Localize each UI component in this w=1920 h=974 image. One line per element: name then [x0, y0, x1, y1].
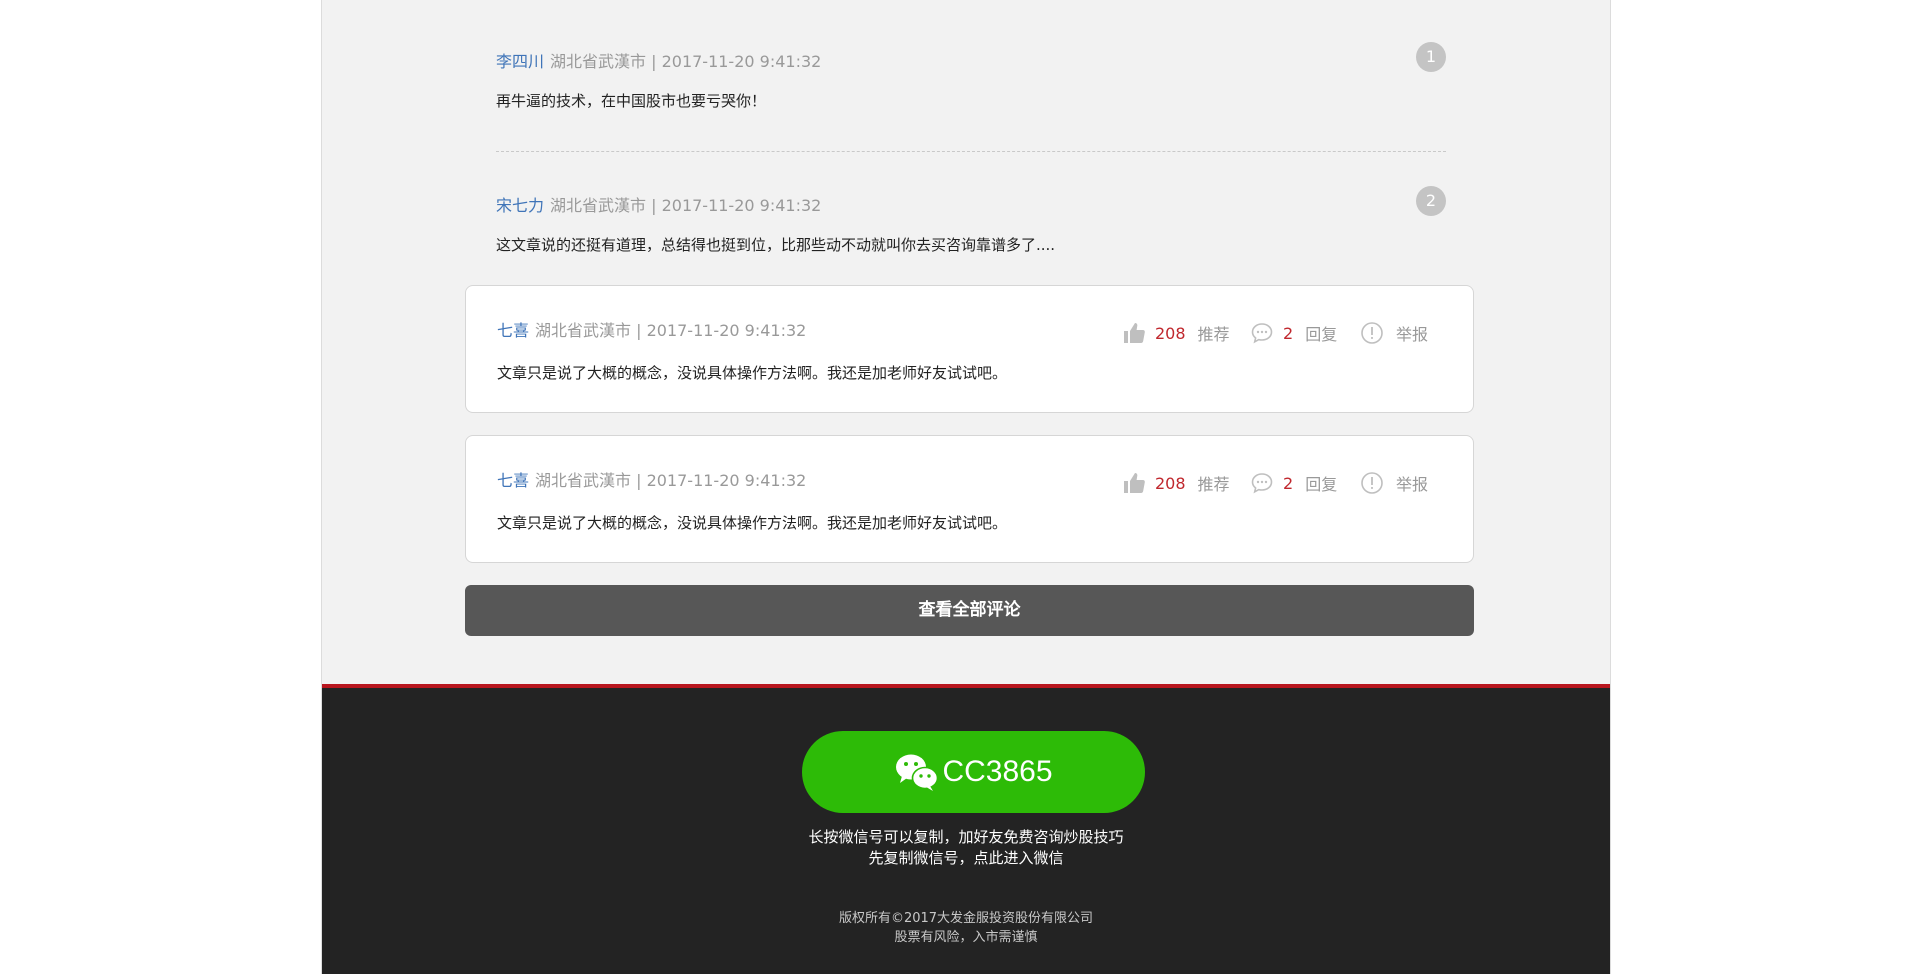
thumbs-up-icon — [1124, 323, 1145, 343]
risk-warning-text: 股票有风险，入市需谨慎 — [894, 930, 1038, 945]
reply-count: 2 — [1283, 473, 1294, 493]
report-exclamation-icon — [1361, 472, 1383, 494]
comment-text: 这文章说的还挺有道理，总结得也挺到位，比那些动不动就叫你去买咨询靠谱多了.... — [496, 236, 1056, 254]
comment-meta: 七喜 湖北省武漢市 | 2017-11-20 9:41:32 — [497, 317, 806, 341]
footer-hint-line-1: 长按微信号可以复制，加好友免费咨询炒股技巧 — [808, 828, 1124, 846]
comment-username[interactable]: 七喜 — [497, 321, 529, 340]
comment-card: 七喜湖北省武漢市 | 2017-11-20 9:41:32 208 推荐 2 — [465, 285, 1474, 413]
like-button[interactable]: 208 推荐 — [1122, 471, 1250, 495]
report-exclamation-icon — [1361, 322, 1383, 344]
report-button[interactable]: 举报 — [1360, 471, 1428, 495]
comment-meta: 李四川 湖北省武漢市 | 2017-11-20 9:41:32 — [496, 48, 1446, 72]
wechat-id-text: CC3865 — [942, 755, 1053, 788]
comment-divider — [496, 151, 1446, 152]
copyright-text: 版权所有©2017大发金服投资股份有限公司 — [838, 911, 1094, 926]
reply-button[interactable]: 2 回复 — [1250, 471, 1360, 495]
comment-text: 再牛逼的技术，在中国股市也要亏哭你！ — [496, 92, 767, 110]
thumbs-up-icon — [1124, 473, 1145, 493]
wechat-id-button[interactable]: CC3865 — [802, 731, 1145, 813]
comment-item: 宋七力 湖北省武漢市 | 2017-11-20 9:41:32 这文章说的还挺有道… — [496, 186, 1446, 255]
like-count: 208 — [1155, 323, 1186, 343]
comment-location-time: 湖北省武漢市 | 2017-11-20 9:41:32 — [550, 196, 822, 215]
comment-location-time: 湖北省武漢市 | 2017-11-20 9:41:32 — [550, 52, 822, 71]
reply-button[interactable]: 2 回复 — [1250, 321, 1360, 345]
comment-username[interactable]: 李四川 — [496, 52, 544, 71]
comment-text: 文章只是说了大概的概念，没说具体操作方法啊。我还是加老师好友试试吧。 — [497, 364, 1008, 382]
footer: CC3865 长按微信号可以复制，加好友免费咨询炒股技巧 先复制微信号，点此进入… — [322, 688, 1610, 974]
comment-meta: 七喜 湖北省武漢市 | 2017-11-20 9:41:32 — [497, 467, 806, 491]
report-label: 举报 — [1396, 325, 1429, 344]
comment-rank-badge: 1 — [1416, 42, 1446, 72]
comment-card: 七喜湖北省武漢市 | 2017-11-20 9:41:32 208 推荐 2 — [465, 435, 1474, 563]
reply-label: 回复 — [1305, 475, 1338, 494]
comments-section: 李四川 湖北省武漢市 | 2017-11-20 9:41:32 再牛逼的技术，在中… — [322, 0, 1610, 684]
report-button[interactable]: 举报 — [1360, 321, 1428, 345]
comment-item: 李四川 湖北省武漢市 | 2017-11-20 9:41:32 再牛逼的技术，在中… — [496, 42, 1446, 111]
reply-count: 2 — [1283, 323, 1294, 343]
view-all-comments-button[interactable]: 查看全部评论 — [465, 585, 1474, 636]
comment-actions: 208 推荐 2 回复 举报 — [1122, 321, 1428, 345]
comment-rank-badge: 2 — [1416, 186, 1446, 216]
footer-hint: 长按微信号可以复制，加好友免费咨询炒股技巧 先复制微信号，点此进入微信 — [322, 827, 1610, 869]
like-button[interactable]: 208 推荐 — [1122, 321, 1250, 345]
like-count: 208 — [1155, 473, 1186, 493]
wechat-icon — [896, 754, 939, 791]
footer-copyright: 版权所有©2017大发金服投资股份有限公司 股票有风险，入市需谨慎 — [322, 909, 1610, 947]
comment-bubble-icon — [1251, 323, 1273, 344]
reply-label: 回复 — [1305, 325, 1338, 344]
page-container: 李四川 湖北省武漢市 | 2017-11-20 9:41:32 再牛逼的技术，在中… — [321, 0, 1611, 974]
comment-text: 文章只是说了大概的概念，没说具体操作方法啊。我还是加老师好友试试吧。 — [497, 514, 1008, 532]
report-label: 举报 — [1396, 475, 1429, 494]
comment-meta: 宋七力 湖北省武漢市 | 2017-11-20 9:41:32 — [496, 192, 1446, 216]
footer-hint-line-2[interactable]: 先复制微信号，点此进入微信 — [322, 848, 1610, 869]
comment-location-time: 湖北省武漢市 | 2017-11-20 9:41:32 — [535, 471, 807, 490]
comment-location-time: 湖北省武漢市 | 2017-11-20 9:41:32 — [535, 321, 807, 340]
comment-username[interactable]: 宋七力 — [496, 196, 544, 215]
like-label: 推荐 — [1197, 325, 1230, 344]
comment-bubble-icon — [1251, 473, 1273, 494]
comment-actions: 208 推荐 2 回复 举报 — [1122, 471, 1428, 495]
like-label: 推荐 — [1197, 475, 1230, 494]
comment-username[interactable]: 七喜 — [497, 471, 529, 490]
